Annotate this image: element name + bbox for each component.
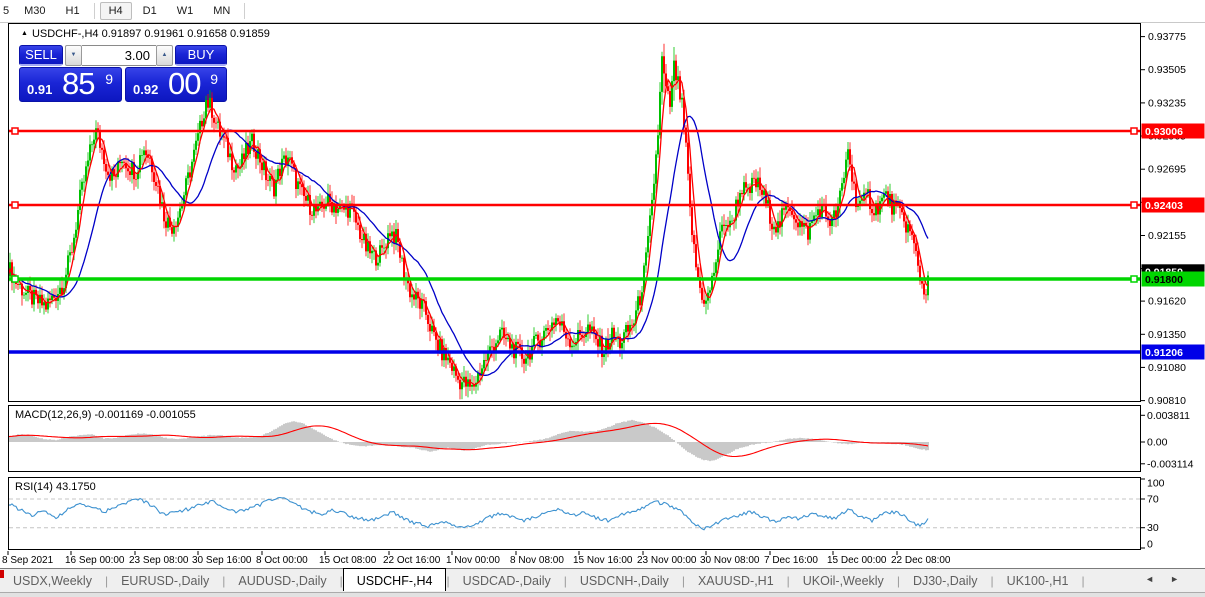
volume-stepper: ▼ 3.00 ▲ xyxy=(65,45,173,66)
bottom-strip xyxy=(0,592,1205,597)
time-label: 8 Sep 2021 xyxy=(2,555,53,566)
time-label: 7 Dec 16:00 xyxy=(764,555,818,566)
tab-audusd-daily[interactable]: AUDUSD-,Daily xyxy=(225,571,339,591)
price-axis[interactable] xyxy=(1141,23,1205,402)
buy-button[interactable]: BUY xyxy=(175,45,227,66)
tab-dj30-daily[interactable]: DJ30-,Daily xyxy=(900,571,991,591)
sell-button[interactable]: SELL xyxy=(19,45,63,66)
macd-axis[interactable] xyxy=(1141,405,1205,472)
chart-title: ▲ USDCHF-,H4 0.91897 0.91961 0.91658 0.91… xyxy=(21,28,270,40)
macd-label: MACD(12,26,9) -0.001169 -0.001055 xyxy=(15,409,196,421)
volume-input[interactable]: 3.00 xyxy=(82,45,156,66)
time-label: 23 Sep 08:00 xyxy=(129,555,189,566)
chart-title-text: USDCHF-,H4 0.91897 0.91961 0.91658 0.918… xyxy=(32,28,270,40)
tab-eurusd-daily[interactable]: EURUSD-,Daily xyxy=(108,571,222,591)
macd-indicator-panel[interactable]: MACD(12,26,9) -0.001169 -0.001055 xyxy=(8,405,1141,472)
time-label: 30 Nov 08:00 xyxy=(700,555,760,566)
toolbar-separator xyxy=(94,3,95,19)
time-label: 8 Oct 00:00 xyxy=(256,555,308,566)
time-label: 16 Sep 00:00 xyxy=(65,555,125,566)
timeframe-button-d1[interactable]: D1 xyxy=(134,2,166,20)
time-label: 22 Dec 08:00 xyxy=(891,555,951,566)
time-label: 30 Sep 16:00 xyxy=(192,555,252,566)
time-label: 8 Nov 08:00 xyxy=(510,555,564,566)
volume-decrease-button[interactable]: ▼ xyxy=(65,45,82,66)
one-click-trade-panel: SELL ▼ 3.00 ▲ BUY 0.91 85 9 0.92 00 9 xyxy=(19,45,227,102)
volume-increase-button[interactable]: ▲ xyxy=(156,45,173,66)
timeframe-button-h1[interactable]: H1 xyxy=(57,2,89,20)
tab-scroll-right-icon[interactable]: ► xyxy=(1170,574,1195,584)
rsi-axis[interactable] xyxy=(1141,477,1205,550)
tab-bar-chip xyxy=(0,570,4,578)
timeframe-button-5[interactable]: 5 xyxy=(1,2,13,20)
toolbar-separator xyxy=(244,3,245,19)
buy-price-big: 00 xyxy=(168,66,200,102)
timeframe-button-h4[interactable]: H4 xyxy=(100,2,132,20)
time-label: 1 Nov 00:00 xyxy=(446,555,500,566)
tab-divider: | xyxy=(1082,574,1085,588)
tab-scroll-left-icon[interactable]: ◄ xyxy=(1145,574,1170,584)
mt4-terminal: 5M30H1 H4D1W1MN ▲ USDCHF-,H4 0.91897 0.919… xyxy=(0,0,1205,597)
time-axis[interactable]: 8 Sep 2021 16 Sep 00:00 23 Sep 08:0030 Sep… xyxy=(0,551,1205,567)
main-chart-panel[interactable]: ▲ USDCHF-,H4 0.91897 0.91961 0.91658 0.91… xyxy=(8,23,1141,402)
time-label: 22 Oct 16:00 xyxy=(383,555,440,566)
chart-tab-bar: USDX,Weekly|EURUSD-,Daily|AUDUSD-,Daily|… xyxy=(0,568,1205,592)
timeframe-button-m30[interactable]: M30 xyxy=(15,2,54,20)
sell-price-prefix: 0.91 xyxy=(27,82,52,97)
tab-usdcnh-daily[interactable]: USDCNH-,Daily xyxy=(567,571,682,591)
tab-xauusd-h1[interactable]: XAUUSD-,H1 xyxy=(685,571,787,591)
tab-ukoil-weekly[interactable]: UKOil-,Weekly xyxy=(790,571,897,591)
sell-price-big: 85 xyxy=(62,66,94,102)
buy-price-prefix: 0.92 xyxy=(133,82,158,97)
sell-price-button[interactable]: 0.91 85 9 xyxy=(19,67,122,102)
timeframe-toolbar: 5M30H1 H4D1W1MN xyxy=(0,0,1205,23)
timeframe-button-mn[interactable]: MN xyxy=(204,2,239,20)
rsi-label: RSI(14) 43.1750 xyxy=(15,481,96,493)
time-label: 15 Nov 16:00 xyxy=(573,555,633,566)
title-arrow-icon: ▲ xyxy=(21,30,28,37)
time-label: 15 Dec 00:00 xyxy=(827,555,887,566)
time-label: 23 Nov 00:00 xyxy=(637,555,697,566)
tab-usdchf-h4[interactable]: USDCHF-,H4 xyxy=(343,568,447,591)
timeframe-button-w1[interactable]: W1 xyxy=(168,2,203,20)
tab-usdx-weekly[interactable]: USDX,Weekly xyxy=(0,571,105,591)
tab-usdcad-daily[interactable]: USDCAD-,Daily xyxy=(450,571,564,591)
buy-price-button[interactable]: 0.92 00 9 xyxy=(125,67,227,102)
tab-uk100-h1[interactable]: UK100-,H1 xyxy=(994,571,1082,591)
buy-price-sup: 9 xyxy=(210,71,218,87)
rsi-indicator-panel[interactable]: RSI(14) 43.1750 xyxy=(8,477,1141,550)
time-label: 15 Oct 08:00 xyxy=(319,555,376,566)
sell-price-sup: 9 xyxy=(105,71,113,87)
tab-nav-arrows: ◄► xyxy=(1145,574,1195,584)
